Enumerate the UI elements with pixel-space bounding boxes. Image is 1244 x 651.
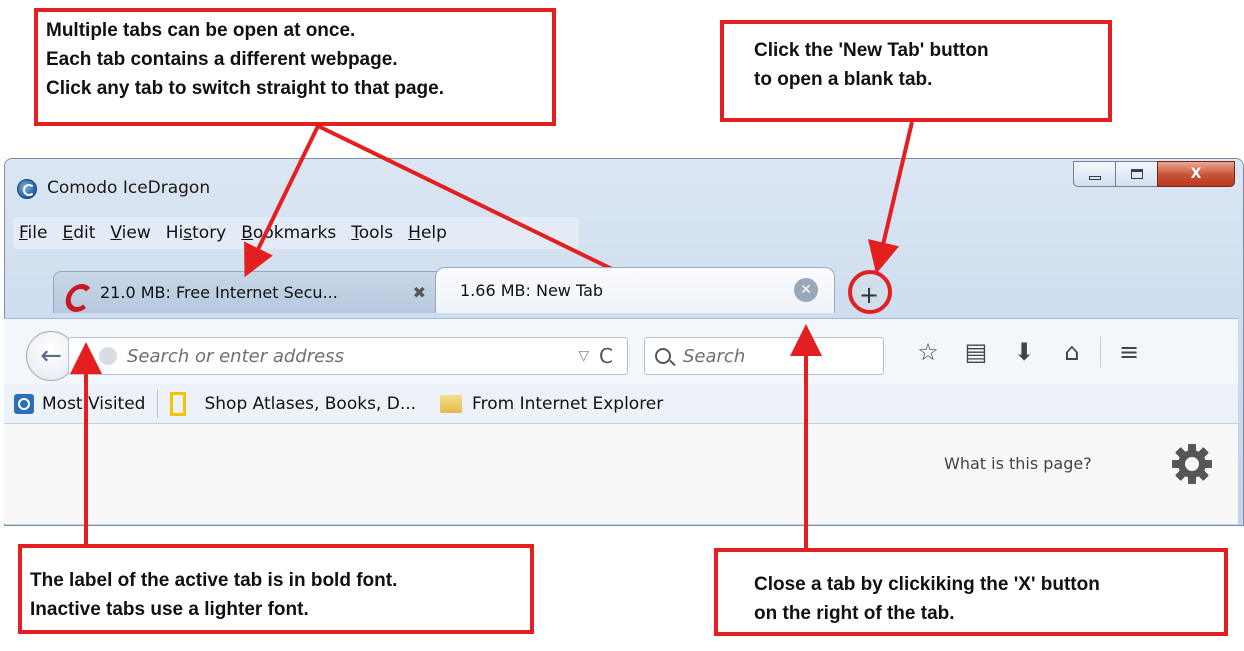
menu-bookmarks[interactable]: Bookmarks <box>241 223 336 243</box>
gear-icon[interactable] <box>1170 442 1214 486</box>
tab-strip: 21.0 MB: Free Internet Secu... ✖ 1.66 MB… <box>5 263 1243 319</box>
callout-line: Click the 'New Tab' button <box>754 40 989 61</box>
maximize-icon <box>1130 169 1143 179</box>
menu-tools[interactable]: Tools <box>351 223 393 243</box>
star-icon[interactable]: ☆ <box>904 338 952 366</box>
download-icon[interactable]: ⬇ <box>1000 338 1048 366</box>
callout-line: Click any tab to switch straight to that… <box>46 78 444 99</box>
national-geographic-icon <box>170 391 187 416</box>
callout-line: The label of the active tab is in bold f… <box>30 570 398 591</box>
reading-list-icon[interactable]: ▤ <box>952 338 1000 366</box>
menu-help[interactable]: Help <box>408 223 447 243</box>
toolbar-icons: ☆ ▤ ⬇ ⌂ ≡ <box>904 337 1153 367</box>
folder-icon <box>440 394 463 413</box>
site-identity-icon <box>99 347 117 365</box>
callout-new-tab: Click the 'New Tab' button to open a bla… <box>720 20 1112 122</box>
reload-icon[interactable]: C <box>599 344 613 368</box>
maximize-button[interactable] <box>1115 161 1157 187</box>
bookmark-most-visited[interactable]: Most Visited <box>42 394 145 414</box>
search-input[interactable]: Search <box>683 346 745 367</box>
dropmarker-icon[interactable]: ▽ <box>578 348 589 364</box>
toolbar-separator <box>1100 337 1101 367</box>
callout-active-tab-bold: The label of the active tab is in bold f… <box>18 544 534 634</box>
callout-line: Inactive tabs use a lighter font. <box>30 599 309 620</box>
bookmark-shop-atlases[interactable]: Shop Atlases, Books, D... <box>204 394 416 414</box>
menu-view[interactable]: View <box>110 223 150 243</box>
icedragon-logo-icon <box>17 179 37 199</box>
new-tab-button[interactable]: + <box>851 277 887 313</box>
what-is-this-page-link[interactable]: What is this page? <box>944 454 1092 473</box>
bookmark-separator <box>157 389 159 418</box>
bookmarks-toolbar: Most Visited Shop Atlases, Books, D... F… <box>4 384 1238 424</box>
close-window-button[interactable]: X <box>1157 161 1235 187</box>
callout-close-tab: Close a tab by clickiking the 'X' button… <box>714 548 1228 636</box>
search-icon <box>655 348 671 364</box>
callout-line: Each tab contains a different webpage. <box>46 49 398 70</box>
menu-file[interactable]: File <box>19 223 47 243</box>
close-tab-icon[interactable]: ✖ <box>413 283 426 302</box>
callout-line: to open a blank tab. <box>754 69 933 90</box>
window-title: Comodo IceDragon <box>47 178 211 198</box>
tab-inactive-label: 21.0 MB: Free Internet Secu... <box>100 283 338 302</box>
search-bar[interactable]: Search <box>644 337 884 375</box>
tab-inactive[interactable]: 21.0 MB: Free Internet Secu... ✖ <box>53 271 445 313</box>
menu-history[interactable]: History <box>166 223 227 243</box>
minimize-icon <box>1088 176 1101 180</box>
window-controls: X <box>1073 161 1235 187</box>
tab-active-label: 1.66 MB: New Tab <box>460 281 604 300</box>
home-icon[interactable]: ⌂ <box>1048 338 1096 366</box>
callout-line: on the right of the tab. <box>754 603 955 624</box>
callout-multiple-tabs: Multiple tabs can be open at once. Each … <box>34 8 556 126</box>
minimize-button[interactable] <box>1073 161 1115 187</box>
address-bar[interactable]: Search or enter address ▽ C <box>68 337 628 375</box>
most-visited-icon <box>14 393 34 414</box>
navigation-toolbar: ← Search or enter address ▽ C Search ☆ ▤… <box>4 318 1238 384</box>
close-active-tab-button[interactable]: ✕ <box>794 278 818 302</box>
menu-bar: File Edit View History Bookmarks Tools H… <box>13 217 579 249</box>
comodo-favicon-icon <box>64 282 84 304</box>
callout-line: Multiple tabs can be open at once. <box>46 20 356 41</box>
bookmark-from-ie[interactable]: From Internet Explorer <box>472 394 663 414</box>
menu-icon[interactable]: ≡ <box>1105 338 1153 366</box>
menu-edit[interactable]: Edit <box>62 223 95 243</box>
tab-active[interactable]: 1.66 MB: New Tab ✕ <box>435 267 835 313</box>
page-content: What is this page? <box>4 424 1238 524</box>
address-input[interactable]: Search or enter address <box>127 346 578 367</box>
callout-line: Close a tab by clickiking the 'X' button <box>754 574 1100 595</box>
